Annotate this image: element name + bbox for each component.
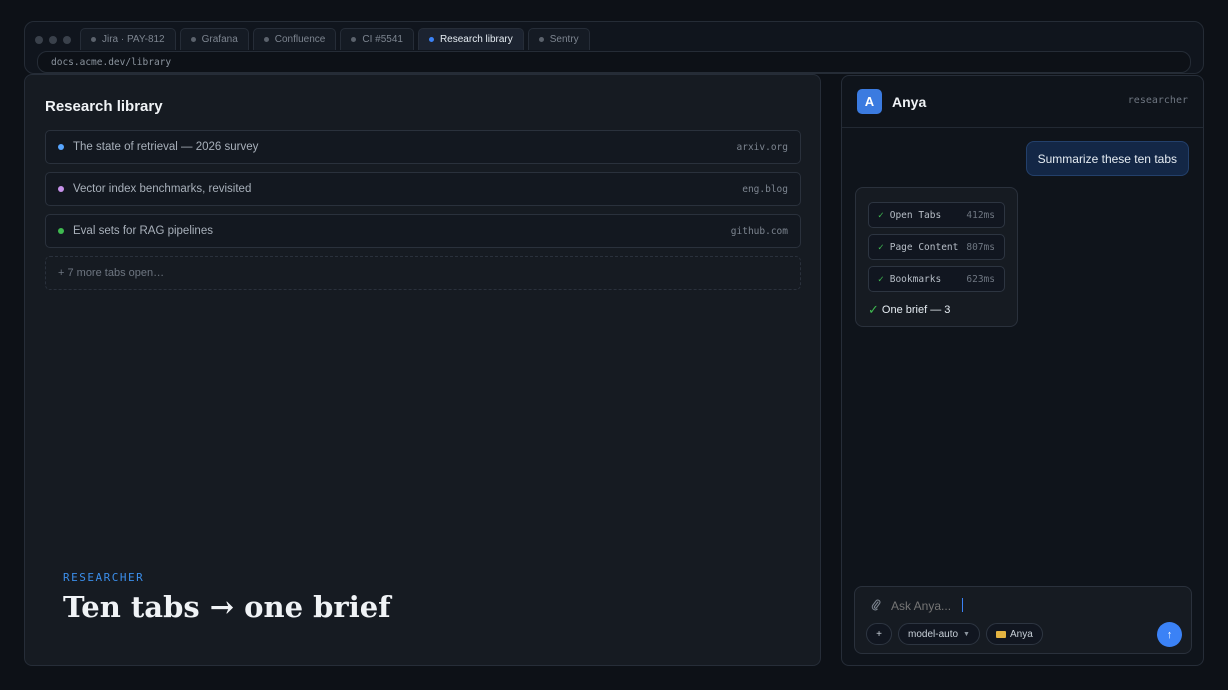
library-item[interactable]: The state of retrieval — 2026 survey arx… (45, 130, 801, 164)
user-message: Summarize these ten tabs (1025, 141, 1189, 176)
add-button[interactable]: + (866, 623, 892, 645)
more-tabs-row[interactable]: + 7 more tabs open… (45, 256, 801, 290)
paperclip-icon[interactable] (871, 599, 881, 614)
tab-label: Confluence (274, 34, 326, 45)
item-source: github.com (730, 225, 788, 237)
check-icon: ✓ (878, 209, 884, 221)
tab-favicon-icon (91, 37, 96, 42)
send-button[interactable]: ↑ (1157, 622, 1182, 647)
tab-label: CI #5541 (362, 34, 403, 45)
folder-chip[interactable]: Anya (986, 623, 1043, 645)
agent-panel: A Anya researcher Summarize these ten ta… (841, 75, 1204, 666)
arrow-up-icon: ↑ (1166, 628, 1173, 641)
model-selector[interactable]: model-auto ▼ (898, 623, 980, 645)
tool-call-bookmarks[interactable]: ✓ Bookmarks 623ms (868, 266, 1005, 292)
window-minimize-dot[interactable] (49, 36, 57, 44)
tool-call-open-tabs[interactable]: ✓ Open Tabs 412ms (868, 202, 1005, 228)
browser-chrome: Jira · PAY-812 Grafana Confluence CI #55… (24, 21, 1204, 74)
tab-favicon-icon (428, 37, 434, 42)
item-source: eng.blog (742, 183, 788, 195)
tab-jira[interactable]: Jira · PAY-812 (80, 28, 176, 50)
page-content: Research library The state of retrieval … (24, 74, 821, 666)
result-text: One brief — 3 (881, 304, 951, 316)
tool-duration: 412ms (966, 209, 995, 221)
tool-calls-card: ✓ Open Tabs 412ms ✓ Page Content 807ms ✓… (855, 187, 1018, 327)
page-title: Research library (45, 98, 163, 115)
tab-favicon-icon (190, 37, 196, 42)
text-caret (962, 598, 963, 612)
library-list: The state of retrieval — 2026 survey arx… (45, 130, 801, 290)
tool-duration: 807ms (966, 241, 995, 253)
tab-favicon-icon (538, 37, 544, 42)
window-controls (35, 36, 71, 44)
item-dot-icon (58, 228, 64, 234)
tool-name: Page Content (889, 241, 959, 253)
agent-name: Anya (892, 94, 927, 110)
tab-label: Grafana (201, 34, 238, 45)
tool-name: Bookmarks (889, 273, 942, 285)
tab-label: Jira · PAY-812 (102, 34, 165, 45)
address-bar[interactable]: docs.acme.dev/library (37, 51, 1191, 73)
tab-ci[interactable]: CI #5541 (340, 28, 414, 50)
tab-favicon-icon (263, 37, 269, 42)
item-title: Vector index benchmarks, revisited (73, 183, 252, 195)
caption-kicker: RESEARCHER (63, 571, 145, 584)
tab-research-library[interactable]: Research library (417, 28, 524, 50)
tool-duration: 623ms (966, 273, 995, 285)
folder-label: Anya (1010, 628, 1033, 640)
library-item[interactable]: Vector index benchmarks, revisited eng.b… (45, 172, 801, 206)
tab-favicon-icon (351, 37, 357, 42)
item-title: The state of retrieval — 2026 survey (73, 141, 259, 153)
tool-result: ✓ One brief — 3 (868, 302, 1005, 318)
item-title: Eval sets for RAG pipelines (73, 225, 213, 237)
chevron-down-icon: ▼ (963, 630, 970, 638)
more-tabs-label: + 7 more tabs open… (58, 267, 165, 279)
tab-confluence[interactable]: Confluence (252, 28, 337, 50)
caption-overlay: RESEARCHER Ten tabs → one brief (63, 571, 391, 624)
tab-label: Sentry (549, 34, 579, 45)
tab-strip: Jira · PAY-812 Grafana Confluence CI #55… (80, 28, 590, 50)
user-message-text: Summarize these ten tabs (1037, 151, 1177, 166)
item-dot-icon (58, 144, 64, 150)
check-icon: ✓ (878, 273, 884, 285)
item-source: arxiv.org (736, 141, 788, 153)
check-icon: ✓ (878, 241, 884, 253)
url-text: docs.acme.dev/library (51, 56, 172, 68)
ask-input[interactable] (891, 599, 971, 613)
add-label: + (876, 628, 882, 640)
composer: + model-auto ▼ Anya ↑ (854, 586, 1192, 654)
check-icon: ✓ (868, 302, 879, 317)
window-close-dot[interactable] (35, 36, 43, 44)
caption-headline: Ten tabs → one brief (63, 590, 391, 624)
model-label: model-auto (908, 628, 959, 640)
tool-call-page-content[interactable]: ✓ Page Content 807ms (868, 234, 1005, 260)
tab-grafana[interactable]: Grafana (179, 28, 249, 50)
library-item[interactable]: Eval sets for RAG pipelines github.com (45, 214, 801, 248)
tab-sentry[interactable]: Sentry (527, 28, 590, 50)
tab-label: Research library (439, 34, 513, 45)
agent-header: A Anya researcher (842, 76, 1203, 128)
tool-name: Open Tabs (889, 209, 942, 221)
folder-icon (996, 630, 1006, 638)
agent-role: researcher (1127, 95, 1188, 106)
paperclip-icon-graphic (871, 599, 881, 611)
item-dot-icon (58, 186, 64, 192)
avatar: A (857, 89, 882, 114)
window-maximize-dot[interactable] (63, 36, 71, 44)
